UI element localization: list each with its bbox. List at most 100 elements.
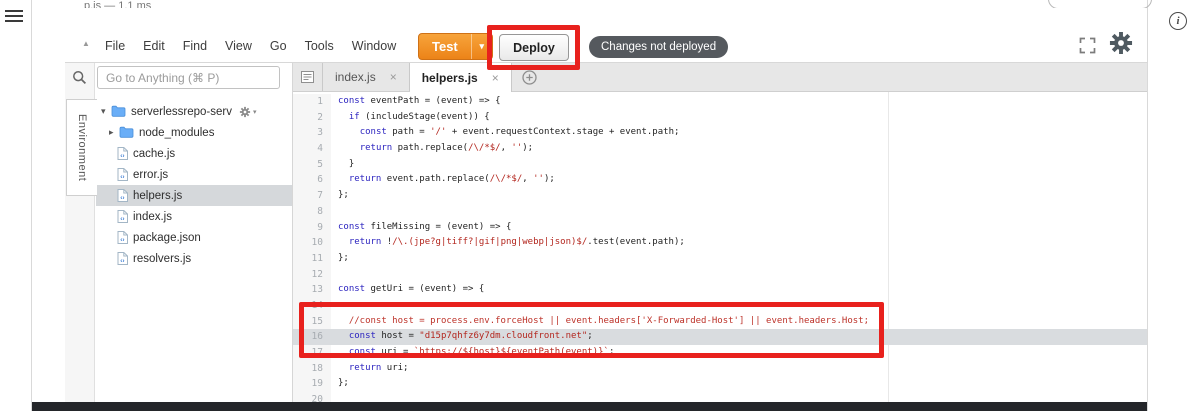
test-button[interactable]: Test ▾ bbox=[418, 33, 493, 60]
code-line-20[interactable]: 20 bbox=[293, 392, 1147, 402]
menu-item-edit[interactable]: Edit bbox=[134, 39, 174, 53]
tree-item-index.js[interactable]: ‹› index.js bbox=[96, 206, 292, 227]
tab-label: helpers.js bbox=[421, 70, 478, 85]
test-button-label: Test bbox=[432, 39, 458, 54]
svg-text:‹›: ‹› bbox=[120, 215, 124, 222]
code-line-9[interactable]: 9 const fileMissing = (event) => { bbox=[293, 219, 1147, 236]
menu-item-find[interactable]: Find bbox=[174, 39, 216, 53]
code-text: return !/\.(jpe?g|tiff?|gif|png|webp|jso… bbox=[348, 237, 685, 248]
tab-list-icon[interactable] bbox=[293, 63, 322, 91]
close-icon[interactable]: × bbox=[390, 70, 397, 84]
clipped-search-box bbox=[1048, 0, 1152, 8]
code-line-10[interactable]: 10 return !/\.(jpe?g|tiff?|gif|png|webp|… bbox=[293, 235, 1147, 251]
code-text: const eventPath = (event) => { bbox=[338, 96, 501, 106]
js-file-icon: ‹› bbox=[117, 189, 128, 202]
line-number: 3 bbox=[293, 125, 331, 142]
svg-text:‹›: ‹› bbox=[120, 257, 124, 264]
file-tree: ▾ serverlessrepo-serv ▾ ▸ node_modules ‹› cach… bbox=[96, 101, 292, 269]
js-file-icon: ‹› bbox=[117, 168, 128, 181]
line-number: 11 bbox=[293, 250, 331, 267]
code-line-5[interactable]: 5 } bbox=[293, 156, 1147, 173]
tree-item-node_modules[interactable]: ▸ node_modules bbox=[96, 122, 292, 143]
tab-index.js[interactable]: index.js × bbox=[322, 63, 410, 91]
code-line-18[interactable]: 18 return uri; bbox=[293, 360, 1147, 377]
js-file-icon: ‹› bbox=[117, 252, 128, 265]
tree-item-label: serverlessrepo-serv bbox=[131, 105, 232, 118]
environment-tab-label: Environment bbox=[76, 113, 88, 182]
code-line-3[interactable]: 3 const path = '/' + event.requestContex… bbox=[293, 125, 1147, 142]
info-icon[interactable]: i bbox=[1169, 12, 1187, 30]
tree-item-helpers.js[interactable]: ‹› helpers.js bbox=[96, 185, 292, 206]
code-text: return path.replace(/\/*$/, ''); bbox=[359, 143, 534, 154]
js-file-icon: ‹› bbox=[117, 210, 128, 223]
code-text: }; bbox=[338, 378, 349, 389]
menu-item-go[interactable]: Go bbox=[261, 39, 296, 53]
disclosure-open-icon[interactable]: ▾ bbox=[101, 106, 111, 117]
clipped-toolbar-fragment: p.js — 1.1 ms bbox=[84, 0, 152, 8]
menu-item-file[interactable]: File bbox=[96, 39, 134, 53]
close-icon[interactable]: × bbox=[492, 71, 499, 85]
line-number: 2 bbox=[293, 109, 331, 126]
line-number: 6 bbox=[293, 172, 331, 189]
menu-bar: File Edit Find View Go Tools Window bbox=[96, 32, 405, 60]
line-number: 9 bbox=[293, 219, 331, 236]
folder-icon bbox=[119, 126, 134, 138]
svg-text:‹›: ‹› bbox=[120, 173, 124, 180]
tree-item-label: resolvers.js bbox=[133, 252, 192, 265]
line-number: 7 bbox=[293, 188, 331, 204]
settings-gear-icon[interactable] bbox=[1108, 30, 1134, 56]
code-text: return uri; bbox=[348, 362, 409, 373]
code-line-8[interactable]: 8 bbox=[293, 203, 1147, 220]
tree-item-cache.js[interactable]: ‹› cache.js bbox=[96, 143, 292, 164]
svg-text:‹›: ‹› bbox=[120, 152, 124, 159]
tree-item-label: package.json bbox=[133, 231, 201, 244]
js-file-icon: ‹› bbox=[117, 231, 128, 244]
code-text: return event.path.replace(/\/*$/, ''); bbox=[348, 174, 555, 185]
svg-text:‹›: ‹› bbox=[120, 194, 124, 201]
code-line-1[interactable]: 1 const eventPath = (event) => { bbox=[293, 94, 1147, 110]
search-icon[interactable] bbox=[72, 70, 87, 90]
code-line-19[interactable]: 19}; bbox=[293, 376, 1147, 393]
menu-item-view[interactable]: View bbox=[216, 39, 261, 53]
annotation-box-deploy bbox=[487, 25, 580, 70]
code-text: }; bbox=[338, 190, 349, 201]
menu-item-window[interactable]: Window bbox=[343, 39, 405, 53]
deploy-status-badge: Changes not deployed bbox=[589, 36, 729, 58]
code-line-12[interactable]: 12 bbox=[293, 266, 1147, 283]
disclosure-closed-icon[interactable]: ▸ bbox=[109, 127, 119, 138]
project-settings-gear-icon[interactable]: ▾ bbox=[239, 106, 257, 118]
tree-item-label: helpers.js bbox=[133, 189, 183, 202]
code-text: const fileMissing = (event) => { bbox=[338, 221, 512, 232]
hamburger-menu-icon[interactable] bbox=[5, 10, 23, 25]
code-line-13[interactable]: 13 const getUri = (event) => { bbox=[293, 282, 1147, 298]
tree-item-label: index.js bbox=[133, 210, 172, 223]
line-number: 8 bbox=[293, 203, 331, 220]
line-number: 18 bbox=[293, 360, 331, 377]
goto-anything-input[interactable] bbox=[97, 66, 280, 89]
menu-item-tools[interactable]: Tools bbox=[296, 39, 343, 53]
code-line-2[interactable]: 2 if (includeStage(event)) { bbox=[293, 109, 1147, 126]
tree-item-serverlessrepo-serv[interactable]: ▾ serverlessrepo-serv ▾ bbox=[96, 101, 292, 122]
tree-item-label: error.js bbox=[133, 168, 169, 181]
code-text: const getUri = (event) => { bbox=[338, 284, 485, 295]
line-number: 19 bbox=[293, 376, 331, 393]
code-line-4[interactable]: 4 return path.replace(/\/*$/, ''); bbox=[293, 141, 1147, 157]
line-number: 4 bbox=[293, 141, 331, 157]
fullscreen-icon[interactable] bbox=[1079, 37, 1096, 59]
tree-item-package.json[interactable]: ‹› package.json bbox=[96, 227, 292, 248]
tree-item-error.js[interactable]: ‹› error.js bbox=[96, 164, 292, 185]
code-text: }; bbox=[338, 252, 349, 263]
environment-tab[interactable]: Environment bbox=[66, 99, 97, 196]
tree-item-resolvers.js[interactable]: ‹› resolvers.js bbox=[96, 248, 292, 269]
tab-label: index.js bbox=[335, 70, 376, 84]
code-line-6[interactable]: 6 return event.path.replace(/\/*$/, ''); bbox=[293, 172, 1147, 189]
code-line-11[interactable]: 11}; bbox=[293, 250, 1147, 267]
menubar-collapse-icon[interactable]: ▲ bbox=[82, 39, 90, 48]
line-number: 20 bbox=[293, 392, 331, 402]
tree-item-label: cache.js bbox=[133, 147, 176, 160]
code-text: } bbox=[338, 158, 355, 169]
code-line-7[interactable]: 7}; bbox=[293, 188, 1147, 204]
